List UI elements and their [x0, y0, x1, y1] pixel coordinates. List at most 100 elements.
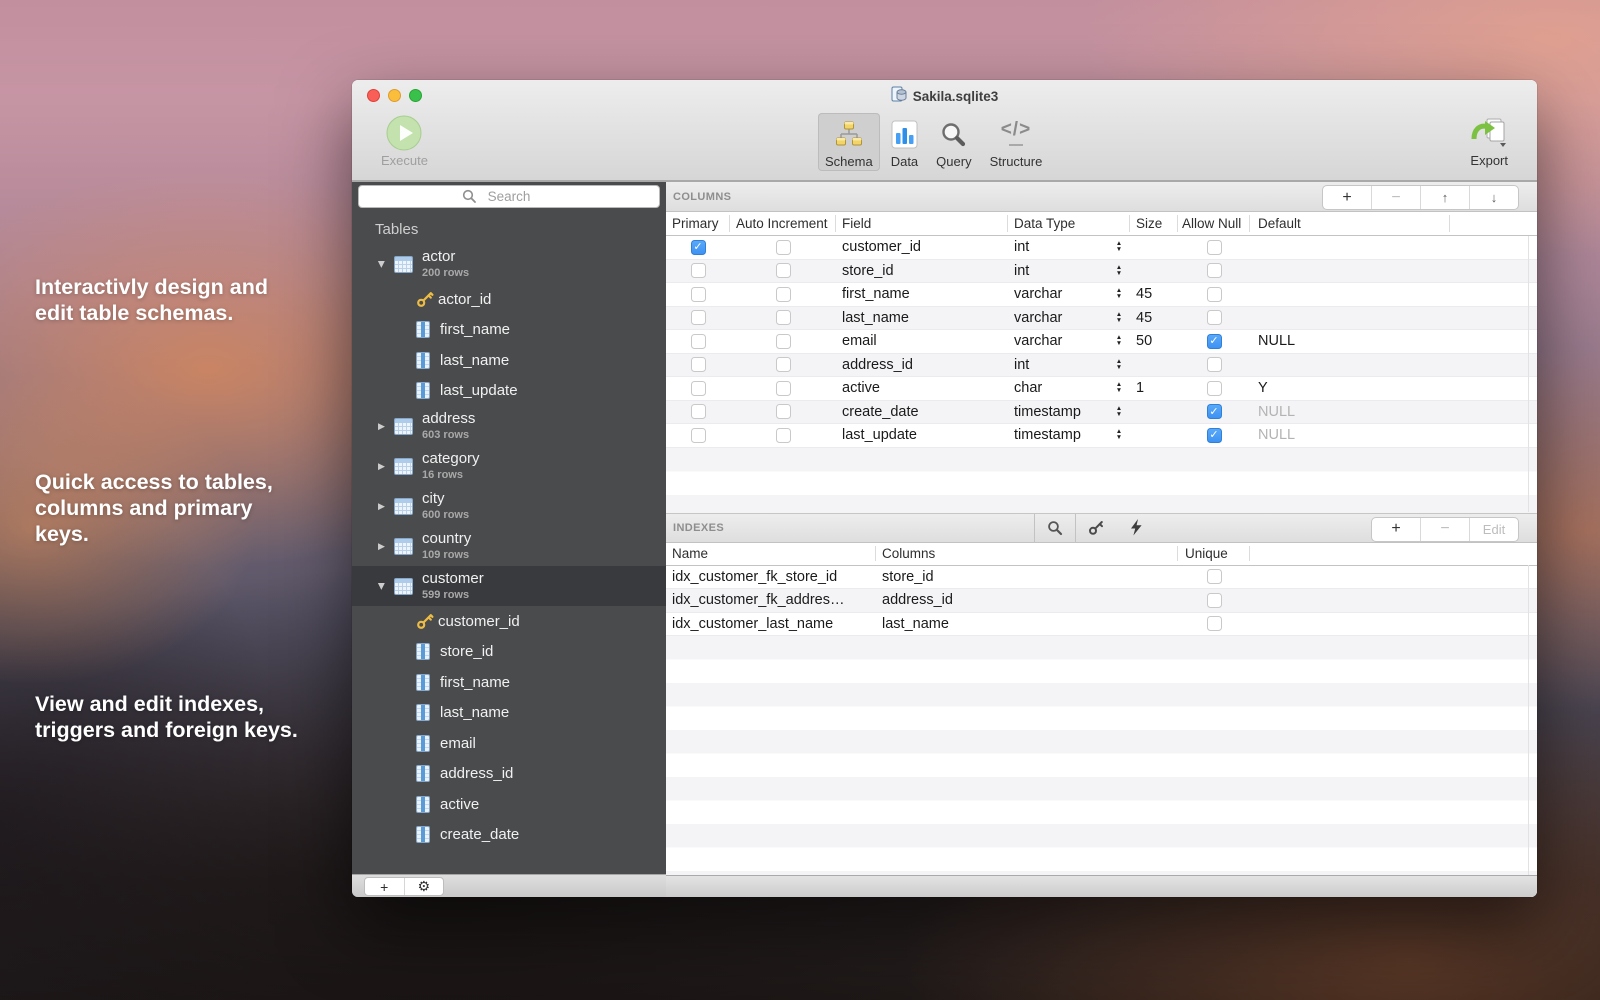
disclosure-triangle-icon[interactable] — [378, 541, 394, 552]
size-value[interactable]: 1 — [1130, 377, 1178, 400]
field-name[interactable]: store_id — [836, 260, 1008, 283]
default-value[interactable]: NULL — [1250, 424, 1450, 447]
data-type-value[interactable]: char — [1008, 377, 1108, 400]
default-value[interactable]: NULL — [1250, 330, 1450, 353]
index-row-address_id[interactable]: idx_customer_fk_addres… address_id — [666, 589, 1537, 613]
data-type-value[interactable]: int — [1008, 236, 1108, 259]
primary-checkbox[interactable] — [691, 428, 706, 443]
field-name[interactable]: create_date — [836, 401, 1008, 424]
search-input[interactable] — [358, 185, 660, 208]
sidebar-column-email[interactable]: email — [352, 728, 666, 759]
field-name[interactable]: active — [836, 377, 1008, 400]
sidebar-column-last_name[interactable]: last_name — [352, 345, 666, 376]
data-type-stepper[interactable] — [1108, 236, 1130, 259]
auto-increment-checkbox[interactable] — [776, 287, 791, 302]
disclosure-triangle-icon[interactable] — [378, 501, 394, 512]
allow-null-checkbox[interactable] — [1207, 263, 1222, 278]
column-row-store_id[interactable]: store_id int — [666, 260, 1537, 284]
data-type-value[interactable]: timestamp — [1008, 424, 1108, 447]
data-type-value[interactable]: int — [1008, 260, 1108, 283]
default-value[interactable] — [1250, 236, 1450, 259]
size-value[interactable]: 45 — [1130, 307, 1178, 330]
auto-increment-checkbox[interactable] — [776, 357, 791, 372]
sidebar-table-city[interactable]: city600 rows — [352, 486, 666, 526]
data-type-value[interactable]: int — [1008, 354, 1108, 377]
data-type-stepper[interactable] — [1108, 307, 1130, 330]
move-column-up-button[interactable]: ↑ — [1420, 186, 1469, 209]
default-value[interactable] — [1250, 354, 1450, 377]
remove-index-button[interactable]: − — [1420, 518, 1469, 541]
index-name[interactable]: idx_customer_last_name — [666, 613, 876, 636]
auto-increment-checkbox[interactable] — [776, 428, 791, 443]
index-columns[interactable]: store_id — [876, 566, 1178, 589]
field-name[interactable]: last_update — [836, 424, 1008, 447]
primary-checkbox[interactable] — [691, 240, 706, 255]
unique-checkbox[interactable] — [1207, 616, 1222, 631]
sidebar-column-active[interactable]: active — [352, 789, 666, 820]
data-type-value[interactable]: varchar — [1008, 283, 1108, 306]
primary-checkbox[interactable] — [691, 381, 706, 396]
indexes-tab[interactable] — [1035, 514, 1075, 542]
remove-column-button[interactable]: − — [1371, 186, 1420, 209]
data-type-stepper[interactable] — [1108, 330, 1130, 353]
sidebar-table-category[interactable]: category16 rows — [352, 446, 666, 486]
allow-null-checkbox[interactable] — [1207, 310, 1222, 325]
add-index-button[interactable]: + — [1372, 518, 1420, 541]
data-type-stepper[interactable] — [1108, 377, 1130, 400]
data-type-stepper[interactable] — [1108, 424, 1130, 447]
tab-query[interactable]: Query — [929, 113, 978, 171]
sidebar-column-last_update[interactable]: last_update — [352, 376, 666, 407]
titlebar[interactable]: Sakila.sqlite3 — [352, 80, 1537, 112]
sidebar-column-first_name[interactable]: first_name — [352, 315, 666, 346]
field-name[interactable]: last_name — [836, 307, 1008, 330]
field-name[interactable]: email — [836, 330, 1008, 353]
data-type-value[interactable]: varchar — [1008, 330, 1108, 353]
allow-null-checkbox[interactable] — [1207, 381, 1222, 396]
sidebar-column-store_id[interactable]: store_id — [352, 637, 666, 668]
sidebar-table-actor[interactable]: actor200 rows — [352, 244, 666, 284]
auto-increment-checkbox[interactable] — [776, 310, 791, 325]
index-row-store_id[interactable]: idx_customer_fk_store_id store_id — [666, 566, 1537, 590]
disclosure-triangle-icon[interactable] — [378, 461, 394, 472]
column-row-email[interactable]: email varchar 50 NULL — [666, 330, 1537, 354]
export-button[interactable]: Export — [1463, 112, 1515, 170]
sidebar-table-address[interactable]: address603 rows — [352, 406, 666, 446]
size-value[interactable]: 50 — [1130, 330, 1178, 353]
tab-data[interactable]: Data — [884, 113, 925, 171]
unique-checkbox[interactable] — [1207, 593, 1222, 608]
disclosure-triangle-icon[interactable] — [378, 581, 394, 592]
field-name[interactable]: address_id — [836, 354, 1008, 377]
sidebar-column-create_date[interactable]: create_date — [352, 820, 666, 851]
primary-checkbox[interactable] — [691, 310, 706, 325]
unique-checkbox[interactable] — [1207, 569, 1222, 584]
index-name[interactable]: idx_customer_fk_addres… — [666, 589, 876, 612]
column-row-create_date[interactable]: create_date timestamp NULL — [666, 401, 1537, 425]
triggers-tab[interactable] — [1116, 514, 1156, 542]
allow-null-checkbox[interactable] — [1207, 334, 1222, 349]
add-table-button[interactable]: + — [365, 878, 404, 895]
allow-null-checkbox[interactable] — [1207, 357, 1222, 372]
size-value[interactable] — [1130, 260, 1178, 283]
data-type-stepper[interactable] — [1108, 260, 1130, 283]
field-name[interactable]: first_name — [836, 283, 1008, 306]
disclosure-triangle-icon[interactable] — [378, 259, 394, 270]
size-value[interactable] — [1130, 354, 1178, 377]
foreign-keys-tab[interactable] — [1076, 514, 1116, 542]
index-row-last_name[interactable]: idx_customer_last_name last_name — [666, 613, 1537, 637]
size-value[interactable] — [1130, 236, 1178, 259]
allow-null-checkbox[interactable] — [1207, 428, 1222, 443]
move-column-down-button[interactable]: ↓ — [1469, 186, 1518, 209]
allow-null-checkbox[interactable] — [1207, 287, 1222, 302]
primary-checkbox[interactable] — [691, 263, 706, 278]
primary-checkbox[interactable] — [691, 404, 706, 419]
primary-checkbox[interactable] — [691, 334, 706, 349]
column-row-first_name[interactable]: first_name varchar 45 — [666, 283, 1537, 307]
sidebar-column-actor_id[interactable]: actor_id — [352, 284, 666, 315]
size-value[interactable]: 45 — [1130, 283, 1178, 306]
default-value[interactable] — [1250, 283, 1450, 306]
index-name[interactable]: idx_customer_fk_store_id — [666, 566, 876, 589]
auto-increment-checkbox[interactable] — [776, 263, 791, 278]
data-type-stepper[interactable] — [1108, 283, 1130, 306]
sidebar-column-first_name2[interactable]: first_name — [352, 667, 666, 698]
data-type-stepper[interactable] — [1108, 354, 1130, 377]
